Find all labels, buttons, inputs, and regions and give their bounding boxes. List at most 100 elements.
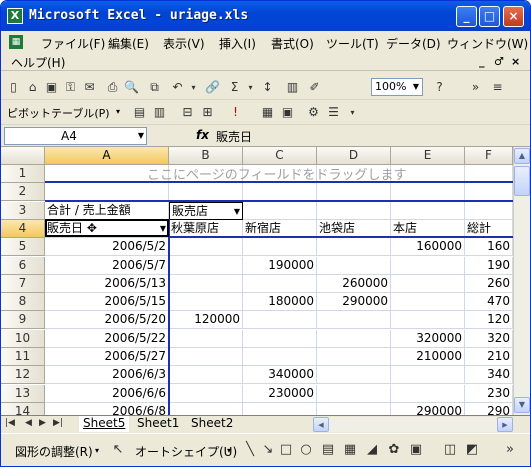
format-report-icon[interactable]: ▤	[131, 104, 148, 121]
pivot-value-cell[interactable]	[169, 348, 243, 366]
chevron-down-icon[interactable]: ▾	[227, 446, 231, 455]
pivot-value-cell[interactable]	[391, 274, 465, 293]
pivot-value-cell[interactable]	[243, 348, 317, 366]
pivot-row-item[interactable]: 2006/6/8	[45, 402, 169, 415]
list-options-icon[interactable]: ≡	[489, 79, 506, 96]
pivot-value-cell[interactable]	[317, 238, 391, 257]
pivot-value-cell[interactable]: 230000	[243, 384, 317, 403]
pivot-value-cell[interactable]: 160000	[391, 238, 465, 257]
menu-view[interactable]: 表示(V)	[163, 35, 205, 52]
zoom-select[interactable]: 100% ▼	[371, 78, 423, 96]
pivot-value-cell[interactable]	[317, 256, 391, 275]
row-header[interactable]: 14	[1, 402, 45, 415]
cell[interactable]	[169, 183, 243, 202]
prev-sheet-icon[interactable]: ◀	[25, 418, 32, 428]
next-sheet-icon[interactable]: ▶	[39, 418, 46, 428]
scroll-thumb[interactable]	[514, 166, 530, 196]
line-icon[interactable]: ╲	[241, 441, 259, 459]
cell[interactable]	[391, 201, 465, 220]
pivot-value-cell[interactable]	[243, 238, 317, 257]
pivot-value-cell[interactable]	[243, 402, 317, 415]
chevron-down-icon[interactable]: ▾	[95, 446, 99, 455]
picture-icon[interactable]: ▣	[407, 441, 425, 459]
pivot-table-menu[interactable]: ピボットテーブル(P)	[7, 105, 110, 121]
menu-data[interactable]: データ(D)	[386, 35, 441, 52]
menu-insert[interactable]: 挿入(I)	[219, 35, 256, 52]
pivot-value-cell[interactable]: 210	[465, 348, 513, 366]
pivot-value-cell[interactable]	[317, 366, 391, 385]
oval-icon[interactable]: ○	[297, 441, 315, 459]
pivot-value-cell[interactable]	[169, 402, 243, 415]
doc-minimize-button[interactable]: _	[479, 55, 485, 68]
pivot-data-field-label[interactable]: 合計 / 売上金額	[45, 201, 169, 220]
pivot-value-cell[interactable]: 290000	[317, 293, 391, 312]
column-header-e[interactable]: E	[391, 147, 465, 165]
new-icon[interactable]: ▯	[5, 79, 22, 96]
pivot-value-cell[interactable]	[169, 293, 243, 312]
cell[interactable]	[317, 201, 391, 220]
sort-ascending-icon[interactable]: ↕	[259, 79, 276, 96]
pivot-value-cell[interactable]: 340	[465, 366, 513, 385]
field-list-icon[interactable]: ☰	[325, 104, 342, 121]
toolbar-options-icon[interactable]: »	[467, 79, 484, 96]
undo-dropdown-icon[interactable]: ▾	[185, 79, 202, 96]
3d-icon[interactable]: ◩	[463, 441, 481, 459]
column-header-d[interactable]: D	[317, 147, 391, 165]
refresh-data-icon[interactable]: !	[227, 104, 244, 121]
pivot-value-cell[interactable]: 340000	[243, 366, 317, 385]
title-bar[interactable]: X Microsoft Excel - uriage.xls _ □ ×	[1, 1, 530, 31]
pivot-value-cell[interactable]	[391, 293, 465, 312]
pivot-row-item[interactable]: 2006/5/27	[45, 348, 169, 366]
row-header[interactable]: 2	[1, 183, 45, 202]
name-box[interactable]: A4 ▼	[4, 127, 147, 145]
rectangle-icon[interactable]: □	[277, 441, 295, 459]
row-header[interactable]: 1	[1, 165, 45, 183]
autoshape-menu[interactable]: オートシェイプ(U)	[135, 443, 237, 460]
cell[interactable]	[391, 183, 465, 202]
sheet-tab-sheet1[interactable]: Sheet1	[133, 416, 183, 432]
pivot-row-item[interactable]: 2006/6/3	[45, 366, 169, 385]
permission-icon[interactable]: ⚿	[62, 79, 79, 96]
minimize-button[interactable]: _	[456, 6, 477, 27]
chevron-down-icon[interactable]: ▼	[410, 79, 422, 95]
show-detail-icon[interactable]: ⊞	[199, 104, 216, 121]
select-objects-icon[interactable]: ↖	[109, 441, 127, 459]
pivot-value-cell[interactable]	[317, 348, 391, 366]
cell[interactable]	[45, 183, 169, 202]
maximize-button[interactable]: □	[479, 6, 500, 27]
pivot-value-cell[interactable]	[317, 329, 391, 348]
pivot-value-cell[interactable]	[243, 311, 317, 330]
pivot-value-cell[interactable]	[317, 311, 391, 330]
pivot-value-cell[interactable]	[391, 256, 465, 275]
sheet-tab-sheet5[interactable]: Sheet5	[79, 416, 130, 432]
arrow-icon[interactable]: ↘	[259, 441, 277, 459]
pivot-value-cell[interactable]: 120000	[169, 311, 243, 330]
pivot-value-cell[interactable]: 290	[465, 402, 513, 415]
pivot-value-cell[interactable]	[169, 384, 243, 403]
scroll-right-icon[interactable]: ▶	[497, 417, 513, 432]
document-icon[interactable]: ▦	[9, 35, 23, 49]
pivot-row-item[interactable]: 2006/5/7	[45, 256, 169, 275]
row-header[interactable]: 10	[1, 329, 45, 348]
cell[interactable]	[243, 201, 317, 220]
row-header[interactable]: 5	[1, 238, 45, 257]
menu-tools[interactable]: ツール(T)	[326, 35, 379, 52]
pivot-value-cell[interactable]	[243, 274, 317, 293]
clipart-icon[interactable]: ✿	[385, 441, 403, 459]
pivot-row-item[interactable]: 2006/5/15	[45, 293, 169, 312]
row-header[interactable]: 8	[1, 293, 45, 312]
scroll-down-icon[interactable]: ▼	[514, 397, 530, 413]
pivot-row-item[interactable]: 2006/6/6	[45, 384, 169, 403]
select-all-corner[interactable]	[1, 147, 45, 165]
sheet-tab-sheet2[interactable]: Sheet2	[187, 416, 237, 432]
pivot-value-cell[interactable]	[169, 274, 243, 293]
textbox-icon[interactable]: ▤	[319, 441, 337, 459]
pivot-value-cell[interactable]: 260	[465, 274, 513, 293]
print-preview-icon[interactable]: 🔍	[123, 79, 140, 96]
close-button[interactable]: ×	[503, 6, 524, 27]
menu-format[interactable]: 書式(O)	[271, 35, 314, 52]
hyperlink-icon[interactable]: 🔗	[204, 79, 221, 96]
pivot-value-cell[interactable]	[317, 384, 391, 403]
worksheet-grid[interactable]: A B C D E F 1 2 3 4 5 6 7 8 9 10 11 12 13 14 合計 / 売上金…	[1, 147, 530, 415]
row-header[interactable]: 9	[1, 311, 45, 330]
